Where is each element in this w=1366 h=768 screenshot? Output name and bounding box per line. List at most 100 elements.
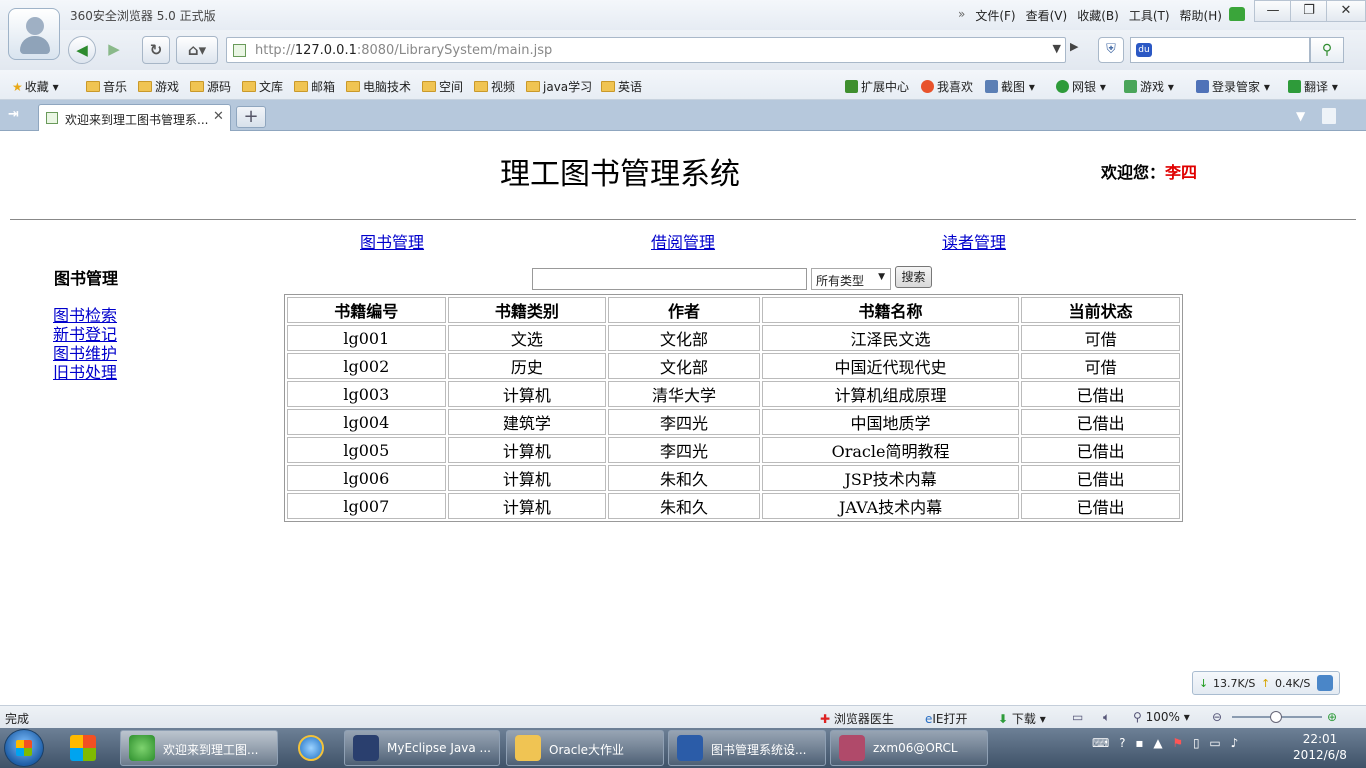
- tab-library-system[interactable]: 欢迎来到理工图书管理系... ✕: [38, 104, 231, 131]
- bookmark-folder[interactable]: 游戏: [138, 78, 179, 95]
- open-in-ie-button[interactable]: eIE打开: [925, 710, 968, 727]
- bookmark-folder[interactable]: 文库: [242, 78, 283, 95]
- zoom-in-icon[interactable]: ⊕: [1327, 710, 1337, 724]
- table-row: lg007 计算机 朱和久 JAVA技术内幕 已借出: [287, 493, 1180, 519]
- address-text[interactable]: http://127.0.0.1:8080/LibrarySystem/main…: [255, 43, 552, 58]
- upload-speed: 0.4K/S: [1275, 677, 1311, 690]
- taskbar-item-plsql[interactable]: zxm06@ORCL: [830, 730, 988, 766]
- forward-button[interactable]: ▶: [100, 36, 128, 64]
- ie-engine-icon[interactable]: [1317, 675, 1333, 691]
- back-button[interactable]: ◀: [68, 36, 96, 64]
- tab-list-icon[interactable]: ▼: [1296, 109, 1305, 123]
- recently-closed-trash-icon[interactable]: [1322, 108, 1336, 124]
- system-tray: ⌨ ? ▪ ▲ ⚑ ▯ ▭ ♪: [1092, 736, 1238, 750]
- start-button[interactable]: [4, 729, 44, 767]
- pinned-app-icon[interactable]: [58, 731, 110, 765]
- upload-arrow-icon: ↑: [1261, 677, 1271, 690]
- bookmark-folder[interactable]: 源码: [190, 78, 231, 95]
- nav-link-borrow-management[interactable]: 借阅管理: [651, 229, 715, 253]
- menu-tools[interactable]: 工具(T): [1129, 7, 1170, 24]
- bookmark-folder[interactable]: 邮箱: [294, 78, 335, 95]
- book-search-input[interactable]: [532, 268, 807, 290]
- translate-button[interactable]: 翻译 ▾: [1288, 78, 1338, 95]
- monitor-icon[interactable]: ▭: [1072, 710, 1083, 724]
- search-engine-icon[interactable]: du: [1136, 43, 1152, 57]
- action-center-flag-icon[interactable]: ⚑: [1172, 736, 1183, 750]
- volume-icon[interactable]: 🔈︎: [1103, 710, 1110, 725]
- side-link-old-book-disposal[interactable]: 旧书处理: [53, 363, 117, 382]
- web-search-button[interactable]: ⚲: [1310, 37, 1344, 63]
- help-icon[interactable]: ?: [1119, 736, 1125, 750]
- system-clock[interactable]: 22:01 2012/6/8: [1280, 731, 1360, 763]
- menu-favorites[interactable]: 收藏(B): [1077, 7, 1119, 24]
- nav-link-reader-management[interactable]: 读者管理: [942, 229, 1006, 253]
- close-window-button[interactable]: ✕: [1326, 0, 1366, 22]
- bookmark-folder[interactable]: java学习: [526, 78, 592, 95]
- sidebar-toggle-icon[interactable]: ⇥: [8, 107, 28, 123]
- table-row: lg003 计算机 清华大学 计算机组成原理 已借出: [287, 381, 1180, 407]
- minimize-button[interactable]: —: [1254, 0, 1292, 22]
- menu-help[interactable]: 帮助(H): [1180, 7, 1222, 24]
- bookmark-folder[interactable]: 空间: [422, 78, 463, 95]
- go-arrow-icon[interactable]: ▶: [1070, 40, 1086, 60]
- taskbar-item-word[interactable]: 图书管理系统设...: [668, 730, 826, 766]
- keyboard-icon[interactable]: ⌨: [1092, 736, 1109, 750]
- network-icon[interactable]: ▭: [1209, 736, 1220, 750]
- my-likes-button[interactable]: 我喜欢: [921, 78, 973, 95]
- bookmark-folder[interactable]: 电脑技术: [346, 78, 411, 95]
- bookmark-folder[interactable]: 英语: [601, 78, 642, 95]
- cell-author: 朱和久: [608, 493, 760, 519]
- address-dropdown-icon[interactable]: ▼: [1053, 42, 1061, 55]
- favorites-menu[interactable]: ★ 收藏 ▾: [12, 78, 59, 95]
- nav-link-book-management[interactable]: 图书管理: [360, 229, 424, 253]
- cell-category: 计算机: [447, 465, 607, 491]
- security-shield-icon[interactable]: ⛨: [1098, 37, 1124, 63]
- download-speed: 13.7K/S: [1213, 677, 1256, 690]
- browser-doctor-button[interactable]: ✚ 浏览器医生: [820, 710, 894, 727]
- folder-icon: [474, 81, 488, 92]
- zoom-slider-thumb[interactable]: [1270, 711, 1282, 723]
- download-button[interactable]: ⬇ 下载 ▾: [998, 710, 1046, 727]
- home-button[interactable]: ⌂▾: [176, 36, 218, 64]
- volume-icon[interactable]: ♪: [1231, 736, 1239, 750]
- maximize-button[interactable]: ❐: [1290, 0, 1328, 22]
- extension-center-button[interactable]: 扩展中心: [845, 78, 909, 95]
- side-link-book-search[interactable]: 图书检索: [53, 306, 117, 325]
- menu-view[interactable]: 查看(V): [1026, 7, 1068, 24]
- cell-title: JSP技术内幕: [761, 465, 1020, 491]
- tray-icon[interactable]: ▪: [1135, 736, 1143, 750]
- side-link-book-maintenance[interactable]: 图书维护: [53, 344, 117, 363]
- search-button[interactable]: 搜索: [895, 266, 932, 288]
- zoom-out-icon[interactable]: ⊖: [1212, 710, 1222, 724]
- page-icon: [46, 112, 58, 124]
- side-link-new-book-register[interactable]: 新书登记: [53, 325, 117, 344]
- taskbar-item-browser[interactable]: 欢迎来到理工图...: [120, 730, 278, 766]
- online-bank-button[interactable]: 网银 ▾: [1056, 78, 1106, 95]
- cell-author: 朱和久: [608, 465, 760, 491]
- screenshot-button[interactable]: 截图 ▾: [985, 78, 1035, 95]
- taskbar-item-oracle-folder[interactable]: Oracle大作业: [506, 730, 664, 766]
- book-type-select[interactable]: 所有类型 ▼: [811, 268, 891, 290]
- bookmark-folder[interactable]: 视频: [474, 78, 515, 95]
- bookmark-folder[interactable]: 音乐: [86, 78, 127, 95]
- cell-status: 已借出: [1021, 381, 1180, 407]
- zoom-level[interactable]: ⚲ 100% ▾: [1133, 710, 1190, 724]
- show-hidden-icons-chevron[interactable]: ▲: [1153, 736, 1162, 750]
- login-manager-button[interactable]: 登录管家 ▾: [1196, 78, 1270, 95]
- skin-shirt-icon[interactable]: [1229, 7, 1245, 21]
- menu-file[interactable]: 文件(F): [975, 7, 1015, 24]
- address-bar[interactable]: http://127.0.0.1:8080/LibrarySystem/main…: [226, 37, 1066, 63]
- web-search-input[interactable]: du: [1130, 37, 1310, 63]
- device-icon[interactable]: ▯: [1193, 736, 1200, 750]
- tab-close-icon[interactable]: ✕: [213, 109, 224, 124]
- browser-logo[interactable]: [8, 8, 60, 60]
- new-tab-button[interactable]: +: [236, 106, 266, 128]
- games-button[interactable]: 游戏 ▾: [1124, 78, 1174, 95]
- gamepad-icon: [1124, 80, 1137, 93]
- ie-pinned-icon[interactable]: [286, 731, 338, 765]
- refresh-button[interactable]: ↻: [142, 36, 170, 64]
- taskbar-item-myeclipse[interactable]: MyEclipse Java ...: [344, 730, 500, 766]
- menu-overflow-chevron[interactable]: »: [958, 7, 965, 24]
- clock-date: 2012/6/8: [1293, 748, 1347, 762]
- network-speed-widget[interactable]: ↓ 13.7K/S ↑ 0.4K/S: [1192, 671, 1340, 695]
